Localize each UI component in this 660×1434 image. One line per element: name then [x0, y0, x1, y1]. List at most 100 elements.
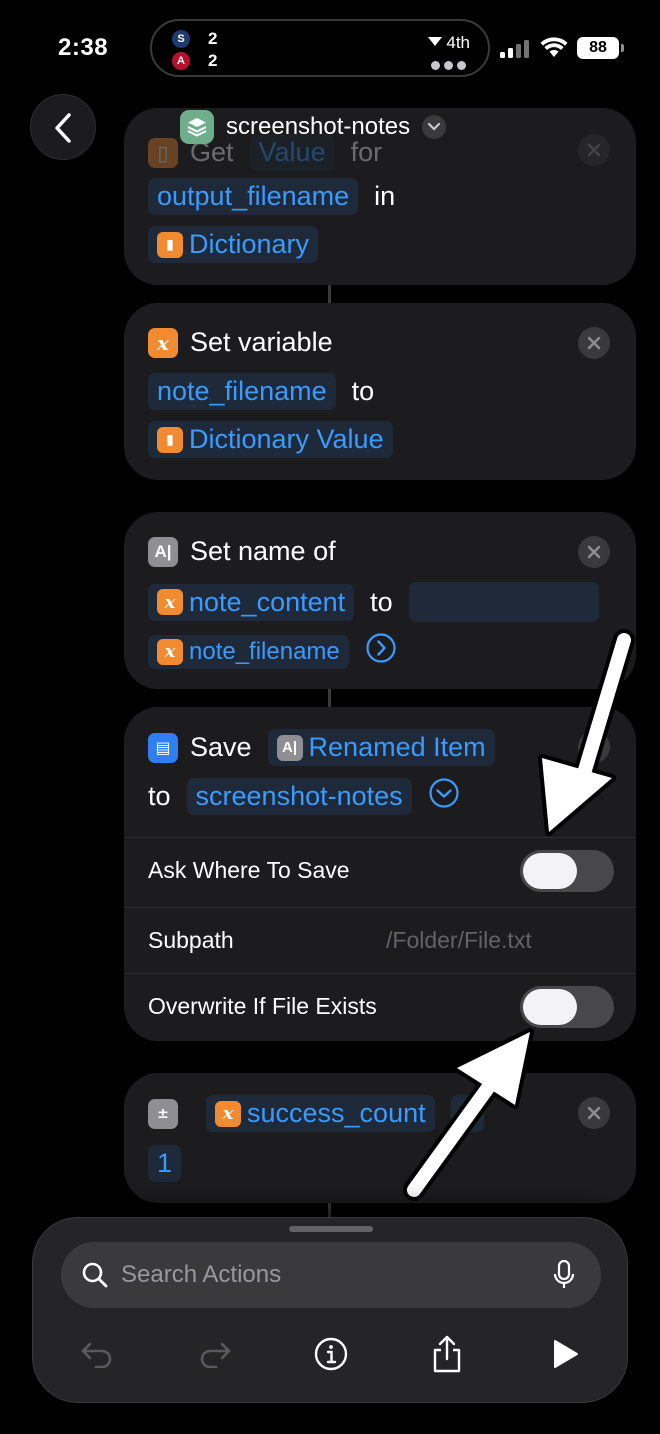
to-label: to: [351, 376, 375, 406]
success-count-label: success_count: [247, 1098, 426, 1128]
chevron-down-circle-icon: [429, 778, 459, 808]
info-icon: [314, 1337, 348, 1371]
action-connector: [328, 285, 331, 303]
remove-action-button[interactable]: [578, 134, 610, 166]
action-header-row: x Set variable: [148, 327, 333, 358]
variable-icon: x: [157, 638, 183, 665]
action-connector: [328, 689, 331, 707]
team-b-logo-icon: A: [172, 52, 190, 70]
undo-button[interactable]: [77, 1334, 117, 1374]
live-activity-scoreboard[interactable]: S A 2 2 4th: [150, 19, 490, 77]
sheet-grabber[interactable]: [289, 1226, 373, 1232]
success-count-token[interactable]: x success_count: [206, 1095, 435, 1132]
overwrite-label: Overwrite If File Exists: [148, 993, 377, 1019]
action-variable-row: note_filename to: [148, 373, 374, 410]
remove-action-button[interactable]: [578, 731, 610, 763]
search-input[interactable]: [121, 1261, 541, 1289]
calculator-icon: ±: [148, 1098, 178, 1129]
battery-icon: [621, 44, 624, 52]
action-key-row: output_filename in: [148, 178, 395, 215]
redo-button[interactable]: [195, 1334, 235, 1374]
dictionary-icon: ▯: [148, 137, 178, 168]
action-operand-row: 1: [148, 1145, 182, 1182]
wifi-icon: [540, 37, 568, 57]
inning-label: 4th: [446, 33, 470, 52]
back-button[interactable]: [30, 94, 96, 160]
to-label: to: [370, 586, 393, 617]
action-title: Set name of: [190, 536, 336, 566]
chevron-right-circle-icon: [366, 633, 396, 663]
action-title: Save: [190, 732, 252, 762]
save-file-action[interactable]: ▤ Save A| Renamed Item to screenshot-note…: [124, 707, 636, 1041]
action-title: Set variable: [190, 327, 333, 357]
dictionary-value-label: Dictionary Value: [189, 424, 384, 454]
note-filename-token[interactable]: x note_filename: [148, 634, 349, 669]
team-b-score: 2: [208, 51, 218, 70]
microphone-icon[interactable]: [553, 1260, 575, 1290]
action-name-row: x note_filename: [148, 632, 397, 671]
remove-action-button[interactable]: [578, 327, 610, 359]
info-button[interactable]: [311, 1334, 351, 1374]
name-field[interactable]: [408, 582, 599, 622]
operator-token[interactable]: +: [450, 1095, 485, 1132]
key-token[interactable]: output_filename: [148, 178, 359, 215]
battery-level: 88: [577, 37, 619, 59]
team-a-logo-icon: S: [172, 30, 190, 48]
action-value-row: ▮ Dictionary Value: [148, 421, 393, 458]
set-variable-action[interactable]: x Set variable note_filename to ▮ Diction…: [124, 303, 636, 480]
chevron-left-icon: [55, 113, 71, 143]
text-cursor-icon: A|: [276, 734, 303, 761]
run-shortcut-button[interactable]: [545, 1334, 585, 1374]
chevron-down-icon[interactable]: [422, 115, 447, 139]
action-destination-row: to screenshot-notes: [148, 777, 460, 816]
inning-indicator: 4th: [428, 33, 470, 53]
cellular-signal-icon: [500, 40, 532, 58]
set-name-action[interactable]: A| Set name of x note_content to x note_fi…: [124, 512, 636, 689]
renamed-item-label: Renamed Item: [308, 732, 486, 762]
renamed-item-token[interactable]: A| Renamed Item: [267, 729, 495, 766]
expand-options-button[interactable]: [365, 632, 397, 671]
ask-where-to-save-label: Ask Where To Save: [148, 857, 350, 883]
shortcuts-app-icon: [180, 110, 214, 144]
ask-where-to-save-toggle[interactable]: [520, 849, 614, 892]
document-icon: ▤: [148, 732, 178, 763]
share-icon: [433, 1335, 461, 1373]
action-target-row: x note_content to: [148, 582, 599, 622]
variable-icon: x: [157, 589, 183, 615]
inning-half-icon: [428, 37, 443, 46]
note-content-label: note_content: [189, 586, 346, 617]
shortcut-title-menu[interactable]: screenshot-notes: [180, 110, 447, 144]
subpath-label: Subpath: [148, 927, 234, 953]
collapse-options-button[interactable]: [428, 777, 460, 816]
redo-icon: [200, 1342, 231, 1368]
operand-token[interactable]: 1: [148, 1145, 182, 1182]
bases-icon: [427, 57, 466, 75]
overwrite-toggle[interactable]: [520, 985, 614, 1028]
in-label: in: [374, 181, 396, 211]
dictionary-icon: ▮: [157, 426, 183, 453]
destination-folder-token[interactable]: screenshot-notes: [186, 778, 412, 815]
variable-name-token[interactable]: note_filename: [148, 373, 336, 410]
remove-action-button[interactable]: [578, 1097, 610, 1129]
status-time: 2:38: [58, 34, 109, 61]
dictionary-icon: ▮: [157, 231, 183, 258]
overwrite-row: Overwrite If File Exists: [124, 973, 636, 1039]
shortcut-title: screenshot-notes: [226, 113, 411, 140]
action-search-sheet[interactable]: [32, 1217, 628, 1403]
action-header-row: ▤ Save A| Renamed Item: [148, 729, 495, 766]
subpath-field[interactable]: /Folder/File.txt: [386, 927, 532, 954]
note-filename-label: note_filename: [189, 637, 340, 665]
calculate-action[interactable]: ± x success_count + 1: [124, 1073, 636, 1203]
to-label: to: [148, 781, 171, 811]
share-button[interactable]: [427, 1334, 467, 1374]
search-bar[interactable]: [61, 1242, 601, 1308]
team-a-score: 2: [208, 29, 218, 48]
search-icon: [82, 1262, 108, 1288]
remove-action-button[interactable]: [578, 536, 610, 568]
dictionary-value-token[interactable]: ▮ Dictionary Value: [148, 421, 393, 458]
ask-where-to-save-row: Ask Where To Save: [124, 837, 636, 903]
note-content-token[interactable]: x note_content: [148, 583, 355, 621]
dictionary-token-label: Dictionary: [189, 229, 310, 259]
action-source-row: ▮ Dictionary: [148, 226, 319, 263]
dictionary-token[interactable]: ▮ Dictionary: [148, 226, 319, 263]
